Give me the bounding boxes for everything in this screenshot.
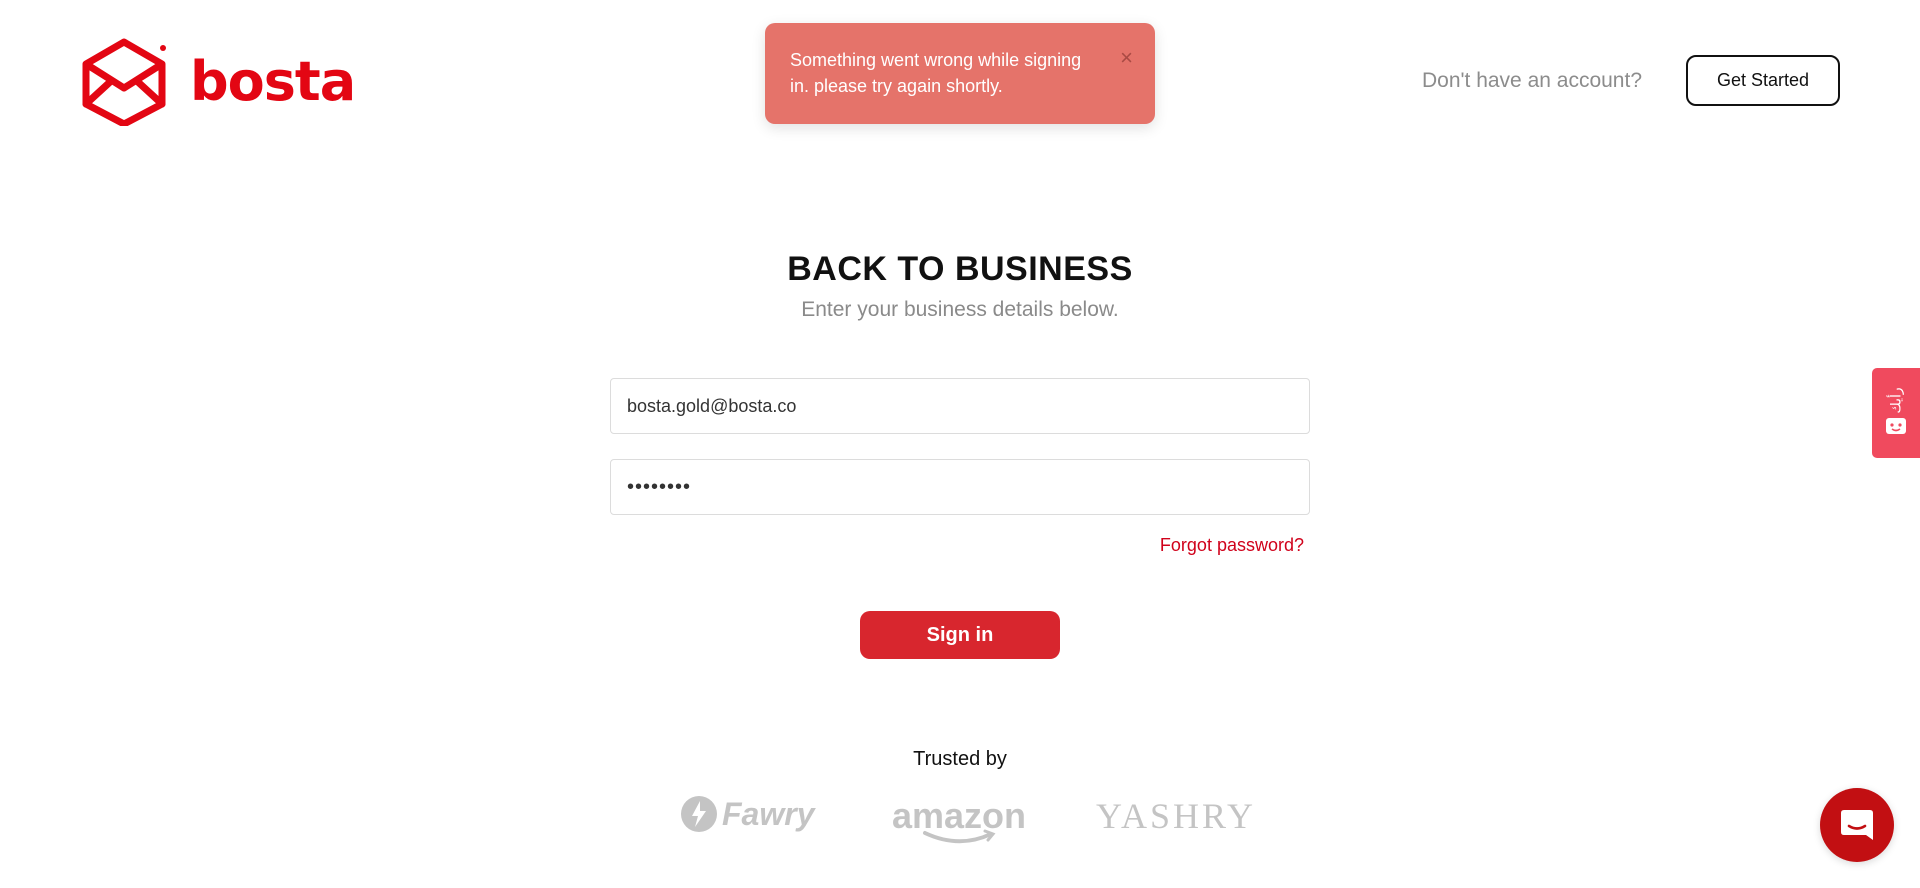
password-field[interactable] [610, 459, 1310, 515]
header-actions: Don't have an account? Get Started [1422, 55, 1840, 106]
feedback-tab-text: رأيك [1887, 386, 1904, 414]
fawry-logo-text: Fawry [722, 795, 815, 832]
toast-message: Something went wrong while signing in. p… [790, 50, 1082, 96]
feedback-side-tab[interactable]: رأيك [1872, 368, 1920, 458]
close-icon[interactable]: × [1120, 47, 1133, 69]
no-account-text: Don't have an account? [1422, 68, 1642, 92]
amazon-logo: amazon [892, 795, 1026, 845]
yashry-logo-text: YASHRY [1096, 796, 1257, 836]
email-field[interactable] [610, 378, 1310, 434]
yashry-logo: YASHRY [1096, 795, 1256, 837]
logo-text: bosta [190, 50, 356, 113]
page-title: BACK TO BUSINESS [787, 250, 1133, 288]
fawry-mark-icon [681, 796, 717, 832]
error-toast: Something went wrong while signing in. p… [765, 23, 1155, 124]
get-started-button[interactable]: Get Started [1686, 55, 1840, 106]
amazon-smile-icon [923, 829, 996, 844]
fawry-logo: Fawry [680, 795, 814, 833]
chat-face-icon [1886, 417, 1906, 434]
messenger-icon [1841, 810, 1873, 840]
chat-launcher-button[interactable] [1820, 788, 1894, 862]
trusted-by-heading: Trusted by [913, 748, 1007, 770]
forgot-password-link[interactable]: Forgot password? [1160, 535, 1304, 556]
page-subtitle: Enter your business details below. [801, 298, 1119, 321]
bosta-logo[interactable]: bosta [80, 38, 356, 126]
box-envelope-icon [82, 38, 166, 126]
sign-in-button[interactable]: Sign in [860, 611, 1060, 659]
